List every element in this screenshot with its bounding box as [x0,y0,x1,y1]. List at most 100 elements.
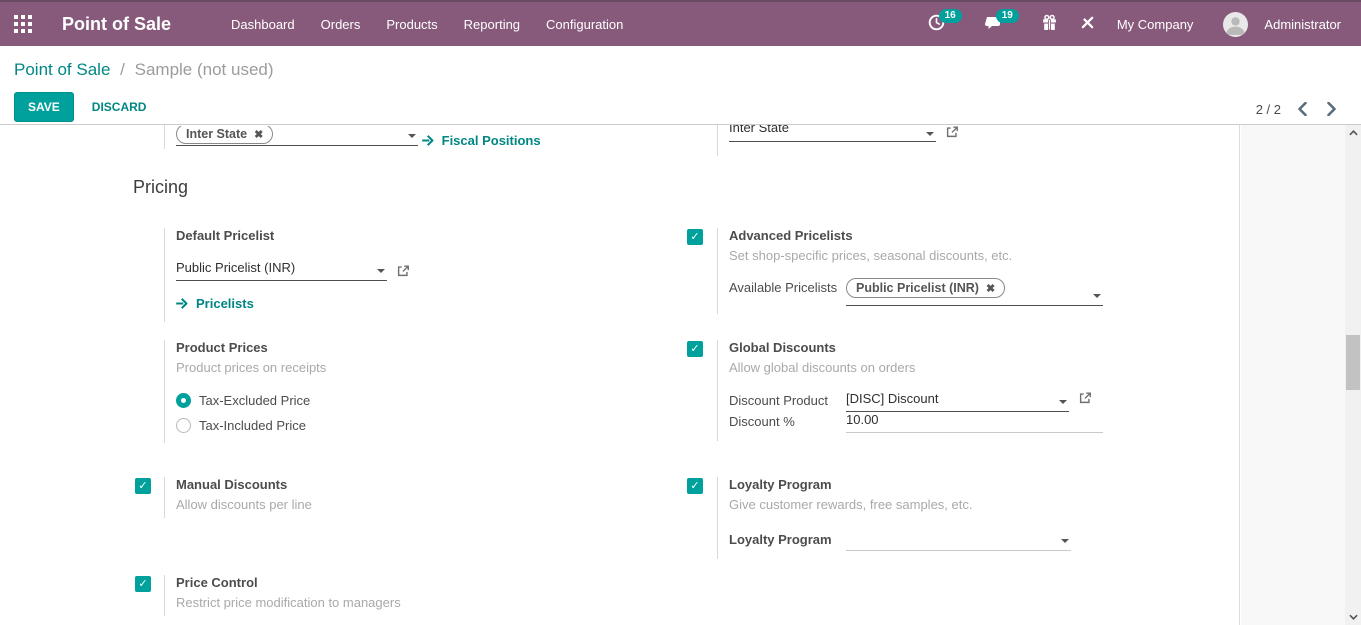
tools-icon [1080,15,1095,33]
setting-description: Give customer rewards, free samples, etc… [729,497,1233,512]
default-pricelist-setting: Default Pricelist Public Pricelist (INR)… [135,228,681,322]
dropdown-caret-icon[interactable] [1093,294,1101,298]
pager: 2 / 2 [1256,100,1339,118]
discount-percent-input[interactable]: 10.00 [846,412,1103,433]
scrollbar-thumb[interactable] [1346,335,1360,390]
dropdown-caret-icon[interactable] [408,134,416,138]
setting-label: Global Discounts [729,340,1233,355]
remove-tag-icon[interactable]: ✖ [254,128,263,141]
scroll-up-icon[interactable] [1345,125,1361,141]
default-pricelist-field[interactable]: Public Pricelist (INR) [176,260,387,281]
fiscal-position-tags-field[interactable]: Inter State ✖ [176,126,418,146]
external-link-icon[interactable] [1078,391,1092,408]
dropdown-caret-icon[interactable] [1059,400,1067,404]
pricelists-link[interactable]: Pricelists [176,296,254,311]
setting-label: Product Prices [176,340,681,355]
scroll-down-icon[interactable] [1345,609,1361,625]
fiscal-positions-link[interactable]: Fiscal Positions [422,133,541,148]
dropdown-caret-icon[interactable] [377,269,385,273]
radio-label[interactable]: Tax-Included Price [199,418,306,433]
setting-label: Default Pricelist [176,228,681,243]
advanced-pricelists-checkbox[interactable]: ✓ [687,229,703,245]
price-control-setting: ✓ Price Control Restrict price modificat… [135,575,681,616]
loyalty-program-setting: ✓ Loyalty Program Give customer rewards,… [687,477,1233,559]
setting-label: Advanced Pricelists [729,228,1233,243]
setting-description: Product prices on receipts [176,360,681,375]
pager-next-icon[interactable] [1324,100,1339,118]
external-link-icon[interactable] [396,264,410,281]
menu-products[interactable]: Products [376,11,447,38]
field-label: Available Pricelists [729,278,846,306]
fiscal-position-tags-block: Inter State ✖ Fiscal Positions [135,125,681,149]
available-pricelist-tag: Public Pricelist (INR) ✖ [846,278,1005,298]
global-discounts-checkbox[interactable]: ✓ [687,341,703,357]
sheet-margin [1241,125,1345,625]
menu-orders[interactable]: Orders [311,11,371,38]
arrow-right-icon [422,135,435,146]
company-menu[interactable]: My Company [1111,13,1200,36]
tag-label: Public Pricelist (INR) [856,281,979,295]
link-label: Fiscal Positions [442,133,541,148]
remove-tag-icon[interactable]: ✖ [986,282,995,295]
setting-description: Set shop-specific prices, seasonal disco… [729,248,1233,263]
field-value: 10.00 [846,412,879,427]
breadcrumb-parent-link[interactable]: Point of Sale [14,60,110,79]
tag-label: Inter State [186,127,247,141]
user-avatar[interactable] [1223,12,1248,37]
available-pricelists-field[interactable]: Public Pricelist (INR) ✖ [846,278,1103,306]
discount-product-field[interactable]: [DISC] Discount [846,391,1069,412]
menu-reporting[interactable]: Reporting [454,11,530,38]
save-button[interactable]: SAVE [14,92,74,122]
arrow-right-icon [176,298,189,309]
messages-badge[interactable]: 19 [996,9,1019,23]
manual-discounts-checkbox[interactable]: ✓ [135,478,151,494]
setting-label: Price Control [176,575,681,590]
gift-icon [1041,14,1058,34]
dropdown-caret-icon[interactable] [1061,539,1069,543]
pager-previous-icon[interactable] [1295,100,1310,118]
price-control-checkbox[interactable]: ✓ [135,576,151,592]
user-menu[interactable]: Administrator [1258,13,1347,36]
settings-sheet: Inter State ✖ Fiscal Positions Inter Sta… [0,125,1240,625]
vertical-scrollbar [1345,125,1361,625]
top-navbar: Point of Sale Dashboard Orders Products … [0,0,1361,46]
breadcrumb-current: Sample (not used) [135,60,274,79]
fiscal-position-single-block: Inter State [687,125,1233,156]
dropdown-caret-icon[interactable] [926,132,934,136]
breadcrumb-separator: / [115,60,130,79]
app-title[interactable]: Point of Sale [62,14,171,35]
pager-value[interactable]: 2 / 2 [1256,102,1281,117]
loyalty-program-checkbox[interactable]: ✓ [687,478,703,494]
field-value: Inter State [729,125,936,135]
activities-button[interactable]: 16 [922,10,968,38]
messages-button[interactable]: 19 [978,11,1025,38]
link-label: Pricelists [196,296,254,311]
debug-tools-button[interactable] [1074,11,1101,37]
menu-dashboard[interactable]: Dashboard [221,11,305,38]
field-value: Public Pricelist (INR) [176,260,295,275]
product-prices-setting: Product Prices Product prices on receipt… [135,340,681,443]
systray: 16 19 My Company Administrator [922,10,1347,38]
setting-label: Loyalty Program [729,477,1233,492]
fiscal-position-field[interactable]: Inter State [729,125,936,142]
menu-configuration[interactable]: Configuration [536,11,633,38]
manual-discounts-setting: ✓ Manual Discounts Allow discounts per l… [135,477,681,518]
discard-button[interactable]: DISCARD [92,100,147,114]
setting-label: Manual Discounts [176,477,681,492]
radio-label[interactable]: Tax-Excluded Price [199,393,310,408]
apps-menu-icon[interactable] [14,15,32,33]
loyalty-program-field[interactable] [846,530,1071,551]
field-label: Discount % [729,412,846,433]
global-discounts-setting: ✓ Global Discounts Allow global discount… [687,340,1233,441]
settings-form: Inter State ✖ Fiscal Positions Inter Sta… [0,125,1361,625]
setting-description: Restrict price modification to managers [176,595,681,610]
setting-description: Allow discounts per line [176,497,681,512]
external-link-icon[interactable] [945,125,959,142]
gift-button[interactable] [1035,10,1064,38]
tax-excluded-radio[interactable] [176,393,191,408]
breadcrumb: Point of Sale / Sample (not used) [14,60,1347,80]
tax-included-radio[interactable] [176,418,191,433]
activities-badge[interactable]: 16 [939,9,962,23]
fiscal-position-tag: Inter State ✖ [176,126,273,144]
field-value: [DISC] Discount [846,391,938,406]
